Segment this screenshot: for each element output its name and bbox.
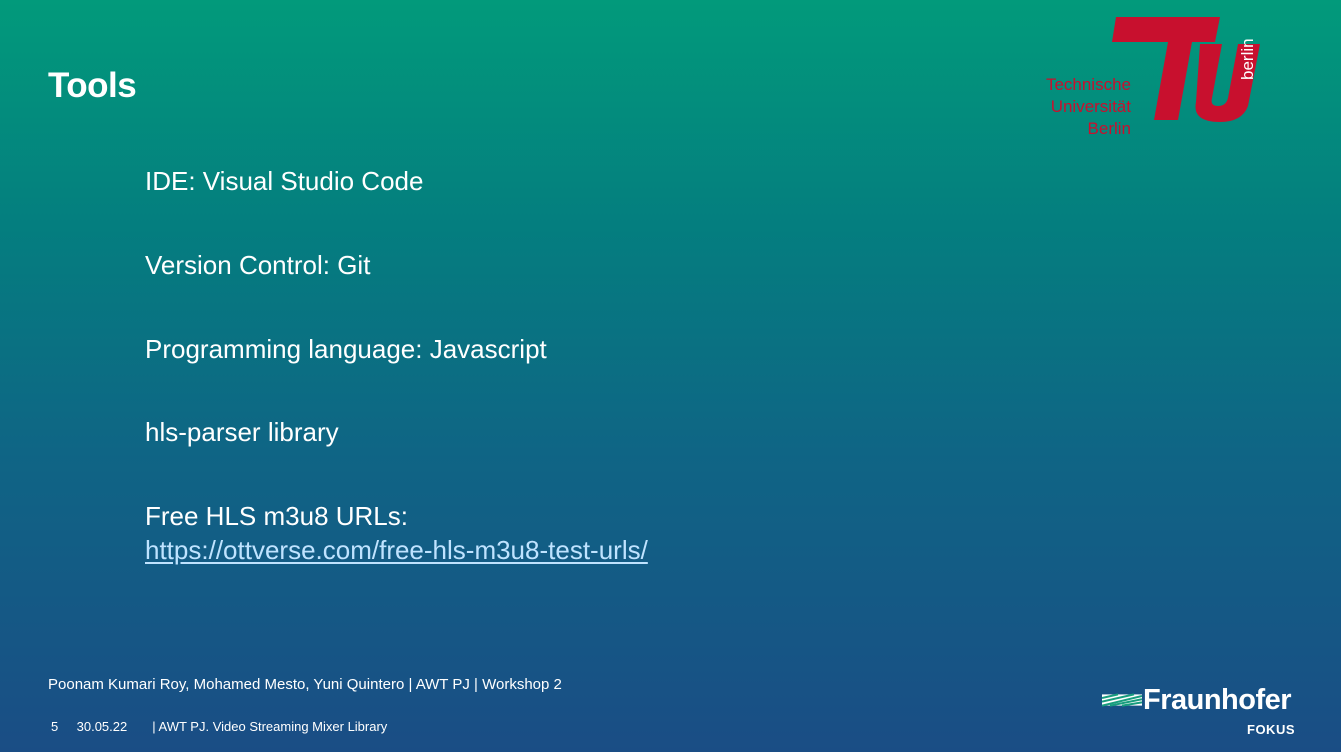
tu-berlin-logo-icon: berlin [1112,17,1260,122]
slide-title: Tools [48,66,137,105]
list-item-version-control: Version Control: Git [145,250,371,280]
footer-course: | AWT PJ. Video Streaming Mixer Library [152,719,388,734]
fraunhofer-sub: FOKUS [1247,722,1295,737]
list-item-ide: IDE: Visual Studio Code [145,166,424,196]
page-number: 5 [51,719,59,734]
fraunhofer-stripes-icon [1102,693,1142,707]
list-item-library: hls-parser library [145,417,339,447]
list-item-hls-urls: Free HLS m3u8 URLs: [145,501,408,531]
footer-date: 30.05.22 [76,719,128,734]
fraunhofer-wordmark: Fraunhofer [1143,684,1292,716]
slide: Tools Technische Universität Berlin berl… [0,0,1341,752]
footer-authors: Poonam Kumari Roy, Mohamed Mesto, Yuni Q… [48,676,562,693]
list-item-language: Programming language: Javascript [145,334,547,364]
hls-urls-link[interactable]: https://ottverse.com/free-hls-m3u8-test-… [145,535,648,566]
footer-meta: 5 30.05.22 | AWT PJ. Video Streaming Mix… [51,719,387,734]
tu-badge-text: berlin [1238,38,1257,80]
